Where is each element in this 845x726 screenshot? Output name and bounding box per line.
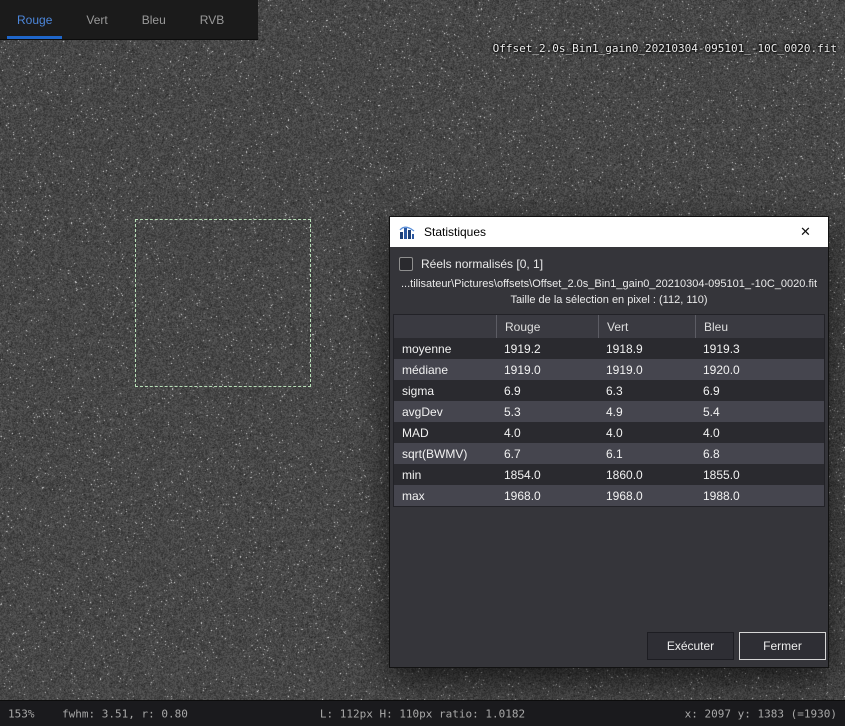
table-row-sqrtbwmv[interactable]: sqrt(BWMV) 6.7 6.1 6.8	[394, 443, 824, 464]
cell-vert: 1860.0	[598, 464, 695, 485]
cell-bleu: 6.9	[695, 380, 826, 401]
cell-vert: 4.9	[598, 401, 695, 422]
column-header-bleu: Bleu	[695, 315, 826, 338]
stats-table-header: Rouge Vert Bleu	[394, 315, 824, 338]
statistics-icon	[399, 224, 415, 240]
stats-table: Rouge Vert Bleu moyenne 1919.2 1918.9 19…	[393, 314, 825, 507]
row-label: médiane	[394, 359, 496, 380]
cell-rouge: 5.3	[496, 401, 598, 422]
image-filename-overlay: Offset_2.0s_Bin1_gain0_20210304-095101_-…	[493, 42, 837, 55]
cell-bleu: 1920.0	[695, 359, 826, 380]
table-row-moyenne[interactable]: moyenne 1919.2 1918.9 1919.3	[394, 338, 824, 359]
tab-vert[interactable]: Vert	[69, 0, 124, 39]
statusbar: 153% fwhm: 3.51, r: 0.80 L: 112px H: 110…	[0, 700, 845, 726]
tab-rouge[interactable]: Rouge	[0, 0, 69, 39]
table-row-mad[interactable]: MAD 4.0 4.0 4.0	[394, 422, 824, 443]
cell-vert: 6.3	[598, 380, 695, 401]
cell-bleu: 1855.0	[695, 464, 826, 485]
cell-vert: 6.1	[598, 443, 695, 464]
zoom-level: 153%	[8, 707, 35, 720]
row-label: avgDev	[394, 401, 496, 422]
cell-vert: 1919.0	[598, 359, 695, 380]
column-header-rouge: Rouge	[496, 315, 598, 338]
tab-bleu[interactable]: Bleu	[125, 0, 183, 39]
cell-bleu: 4.0	[695, 422, 826, 443]
row-label: sqrt(BWMV)	[394, 443, 496, 464]
close-icon[interactable]: ✕	[783, 217, 828, 247]
cell-rouge: 6.7	[496, 443, 598, 464]
row-label: moyenne	[394, 338, 496, 359]
row-label: MAD	[394, 422, 496, 443]
table-row-min[interactable]: min 1854.0 1860.0 1855.0	[394, 464, 824, 485]
cell-rouge: 1919.0	[496, 359, 598, 380]
dialog-footer: Exécuter Fermer	[647, 632, 826, 660]
dialog-body: Réels normalisés [0, 1] ...tilisateur\Pi…	[390, 247, 828, 667]
cell-bleu: 1988.0	[695, 485, 826, 506]
table-row-mediane[interactable]: médiane 1919.0 1919.0 1920.0	[394, 359, 824, 380]
channel-tabbar: Rouge Vert Bleu RVB	[0, 0, 258, 40]
cursor-coords: x: 2097 y: 1383 (=1930)	[685, 707, 837, 720]
tab-rvb[interactable]: RVB	[183, 0, 241, 39]
cell-rouge: 1854.0	[496, 464, 598, 485]
cell-bleu: 6.8	[695, 443, 826, 464]
cell-vert: 1918.9	[598, 338, 695, 359]
cell-rouge: 1919.2	[496, 338, 598, 359]
selection-rectangle[interactable]	[135, 219, 311, 387]
cell-rouge: 4.0	[496, 422, 598, 443]
normalized-checkbox[interactable]	[399, 257, 413, 271]
column-header-label	[394, 315, 496, 338]
row-label: sigma	[394, 380, 496, 401]
close-dialog-button[interactable]: Fermer	[739, 632, 826, 660]
statistics-dialog: Statistiques ✕ Réels normalisés [0, 1] .…	[389, 216, 829, 668]
normalized-checkbox-label: Réels normalisés [0, 1]	[421, 257, 543, 271]
cell-rouge: 6.9	[496, 380, 598, 401]
row-label: min	[394, 464, 496, 485]
cell-vert: 4.0	[598, 422, 695, 443]
table-row-avgdev[interactable]: avgDev 5.3 4.9 5.4	[394, 401, 824, 422]
dialog-title: Statistiques	[424, 225, 783, 239]
fwhm-readout: fwhm: 3.51, r: 0.80	[62, 707, 188, 720]
cell-bleu: 1919.3	[695, 338, 826, 359]
cell-vert: 1968.0	[598, 485, 695, 506]
table-row-max[interactable]: max 1968.0 1968.0 1988.0	[394, 485, 824, 506]
file-path: ...tilisateur\Pictures\offsets\Offset_2.…	[390, 278, 828, 290]
selection-dims: L: 112px H: 110px ratio: 1.0182	[320, 707, 525, 720]
column-header-vert: Vert	[598, 315, 695, 338]
dialog-titlebar[interactable]: Statistiques ✕	[390, 217, 828, 247]
cell-bleu: 5.4	[695, 401, 826, 422]
cell-rouge: 1968.0	[496, 485, 598, 506]
execute-button[interactable]: Exécuter	[647, 632, 734, 660]
selection-size-label: Taille de la sélection en pixel : (112, …	[390, 294, 828, 306]
stats-table-body: moyenne 1919.2 1918.9 1919.3 médiane 191…	[394, 338, 824, 506]
row-label: max	[394, 485, 496, 506]
table-row-sigma[interactable]: sigma 6.9 6.3 6.9	[394, 380, 824, 401]
